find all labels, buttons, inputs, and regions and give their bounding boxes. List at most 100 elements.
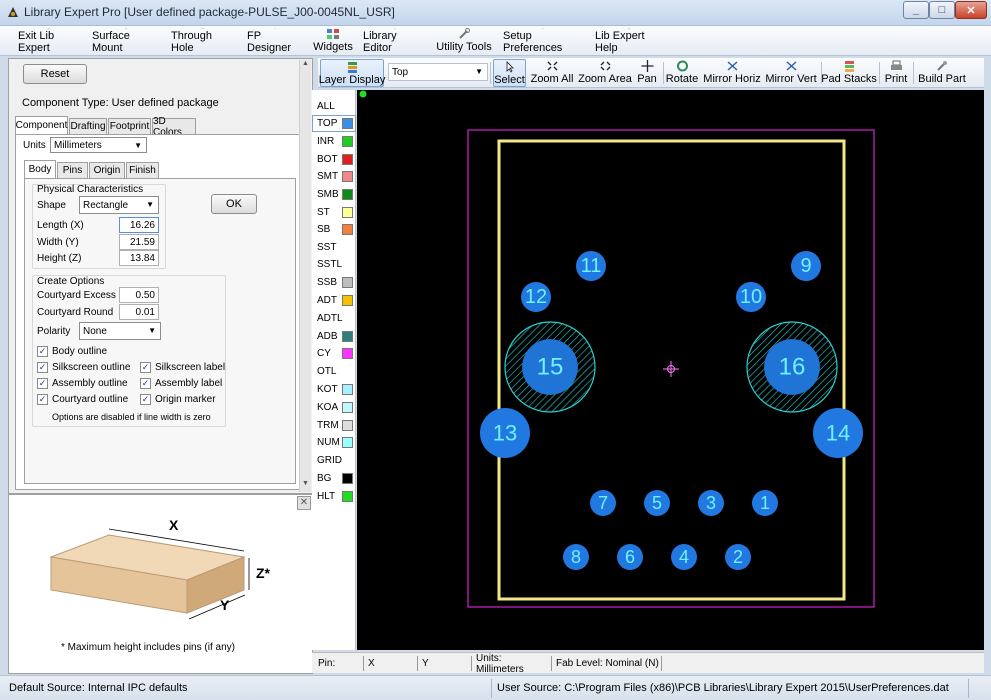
pan-button[interactable]: Pan bbox=[636, 59, 658, 87]
length-input[interactable]: 16.26 bbox=[119, 217, 159, 233]
tab-component[interactable]: Component bbox=[15, 116, 68, 134]
pad-12[interactable]: 12 bbox=[521, 282, 551, 312]
layer-item-grid[interactable]: GRID bbox=[312, 452, 356, 469]
print-button[interactable]: Print bbox=[883, 59, 909, 87]
menu-lib-expert-help[interactable]: ? Lib Expert Help bbox=[595, 28, 663, 54]
pad-13[interactable]: 13 bbox=[480, 408, 530, 458]
layer-item-adt[interactable]: ADT bbox=[312, 292, 356, 309]
layer-item-num[interactable]: NUM bbox=[312, 434, 356, 451]
units-dropdown[interactable]: Millimeters ▼ bbox=[50, 137, 147, 153]
menu-surface-mount[interactable]: Surface Mount bbox=[92, 28, 160, 54]
pad-6[interactable]: 6 bbox=[617, 544, 643, 570]
pad-11[interactable]: 11 bbox=[576, 251, 606, 281]
pad-3[interactable]: 3 bbox=[698, 490, 724, 516]
layer-color-swatch[interactable] bbox=[342, 295, 353, 306]
pad-4[interactable]: 4 bbox=[671, 544, 697, 570]
courtyard-excess-input[interactable]: 0.50 bbox=[119, 287, 159, 303]
layer-color-swatch[interactable] bbox=[342, 384, 353, 395]
tab-3d-colors[interactable]: 3D Colors bbox=[152, 116, 196, 138]
layer-color-swatch[interactable] bbox=[342, 171, 353, 182]
menu-through-hole[interactable]: Through Hole bbox=[171, 28, 235, 54]
reset-button[interactable]: Reset bbox=[23, 64, 87, 84]
layer-item-top[interactable]: TOP bbox=[312, 115, 356, 132]
layer-item-smt[interactable]: SMT bbox=[312, 168, 356, 185]
silkscreen-label-checkbox[interactable]: ✓ Silkscreen label bbox=[140, 362, 225, 373]
scroll-up-icon[interactable]: ▲ bbox=[300, 60, 311, 72]
scroll-down-icon[interactable]: ▼ bbox=[300, 480, 311, 492]
select-button[interactable]: Select bbox=[493, 59, 526, 87]
menu-widgets[interactable]: Widgets bbox=[312, 28, 354, 54]
subtab-body[interactable]: Body bbox=[24, 160, 56, 178]
assembly-label-checkbox[interactable]: ✓ Assembly label bbox=[140, 378, 222, 389]
assembly-outline-checkbox[interactable]: ✓ Assembly outline bbox=[37, 378, 128, 389]
layer-color-swatch[interactable] bbox=[342, 154, 353, 165]
menu-exit-lib-expert[interactable]: Exit Lib Expert bbox=[18, 28, 80, 54]
pad-7[interactable]: 7 bbox=[590, 490, 616, 516]
pad-8[interactable]: 8 bbox=[563, 544, 589, 570]
layer-color-swatch[interactable] bbox=[342, 331, 353, 342]
build-part-button[interactable]: Build Part bbox=[918, 59, 966, 87]
origin-marker-checkbox[interactable]: ✓ Origin marker bbox=[140, 394, 216, 405]
menu-utility-tools[interactable]: Utility Tools bbox=[436, 28, 492, 54]
maximize-button[interactable]: □ bbox=[929, 1, 955, 19]
minimize-button[interactable]: _ bbox=[903, 1, 929, 19]
layer-item-cy[interactable]: CY bbox=[312, 345, 356, 362]
menu-library-editor[interactable]: Library Editor bbox=[363, 28, 427, 54]
layer-color-swatch[interactable] bbox=[342, 473, 353, 484]
shape-dropdown[interactable]: Rectangle ▼ bbox=[79, 196, 159, 214]
pad-14[interactable]: 14 bbox=[813, 408, 863, 458]
layer-color-swatch[interactable] bbox=[342, 189, 353, 200]
layer-color-swatch[interactable] bbox=[342, 136, 353, 147]
layer-color-swatch[interactable] bbox=[342, 402, 353, 413]
layer-item-hlt[interactable]: HLT bbox=[312, 488, 356, 505]
pad-15[interactable]: 15 bbox=[504, 321, 596, 413]
layer-item-ssb[interactable]: SSB bbox=[312, 274, 356, 291]
layer-item-bg[interactable]: BG bbox=[312, 470, 356, 487]
pad-9[interactable]: 9 bbox=[791, 251, 821, 281]
layer-item-sst[interactable]: SST bbox=[312, 239, 356, 256]
left-panel-scrollbar[interactable]: ▲ ▼ bbox=[299, 60, 311, 492]
layer-item-bot[interactable]: BOT bbox=[312, 151, 356, 168]
mirror-horiz-button[interactable]: Mirror Horiz bbox=[703, 59, 761, 87]
layer-color-swatch[interactable] bbox=[342, 118, 353, 129]
pad-16[interactable]: 16 bbox=[746, 321, 838, 413]
rotate-button[interactable]: Rotate bbox=[666, 59, 698, 87]
width-input[interactable]: 21.59 bbox=[119, 234, 159, 250]
layer-item-sb[interactable]: SB bbox=[312, 221, 356, 238]
menu-setup-preferences[interactable]: Setup Preferences bbox=[503, 28, 583, 54]
layer-dropdown[interactable]: Top ▼ bbox=[388, 63, 488, 81]
subtab-origin[interactable]: Origin bbox=[89, 162, 125, 178]
layer-color-swatch[interactable] bbox=[342, 437, 353, 448]
subtab-finish[interactable]: Finish bbox=[126, 162, 159, 178]
layer-item-smb[interactable]: SMB bbox=[312, 186, 356, 203]
pad-stacks-button[interactable]: Pad Stacks bbox=[821, 59, 877, 87]
layer-color-swatch[interactable] bbox=[342, 348, 353, 359]
layer-display-button[interactable]: Layer Display bbox=[319, 59, 385, 87]
layer-color-swatch[interactable] bbox=[342, 207, 353, 218]
zoom-area-button[interactable]: Zoom Area bbox=[578, 59, 632, 87]
ok-button[interactable]: OK bbox=[211, 194, 257, 214]
mirror-vert-button[interactable]: Mirror Vert bbox=[765, 59, 817, 87]
footprint-canvas[interactable]: 1 2 3 4 5 6 7 8 9 10 11 12 13 14 15 16 bbox=[357, 90, 984, 650]
silkscreen-outline-checkbox[interactable]: ✓ Silkscreen outline bbox=[37, 362, 130, 373]
height-input[interactable]: 13.84 bbox=[119, 250, 159, 266]
layer-item-all[interactable]: ALL bbox=[312, 98, 356, 115]
tab-footprint[interactable]: Footprint bbox=[108, 118, 151, 134]
layer-color-swatch[interactable] bbox=[342, 420, 353, 431]
layer-item-koa[interactable]: KOA bbox=[312, 399, 356, 416]
pad-1[interactable]: 1 bbox=[752, 490, 778, 516]
layer-item-adb[interactable]: ADB bbox=[312, 328, 356, 345]
layer-color-swatch[interactable] bbox=[342, 491, 353, 502]
pad-2[interactable]: 2 bbox=[725, 544, 751, 570]
pad-10[interactable]: 10 bbox=[736, 282, 766, 312]
menu-fp-designer[interactable]: FP Designer bbox=[247, 28, 303, 54]
polarity-dropdown[interactable]: None ▼ bbox=[79, 322, 161, 340]
close-icon[interactable]: ✕ bbox=[297, 496, 311, 510]
layer-item-sstl[interactable]: SSTL bbox=[312, 256, 356, 273]
layer-item-otl[interactable]: OTL bbox=[312, 363, 356, 380]
pad-5[interactable]: 5 bbox=[644, 490, 670, 516]
layer-item-st[interactable]: ST bbox=[312, 204, 356, 221]
layer-item-trm[interactable]: TRM bbox=[312, 417, 356, 434]
layer-item-adtl[interactable]: ADTL bbox=[312, 310, 356, 327]
close-button[interactable]: ✕ bbox=[955, 1, 987, 19]
